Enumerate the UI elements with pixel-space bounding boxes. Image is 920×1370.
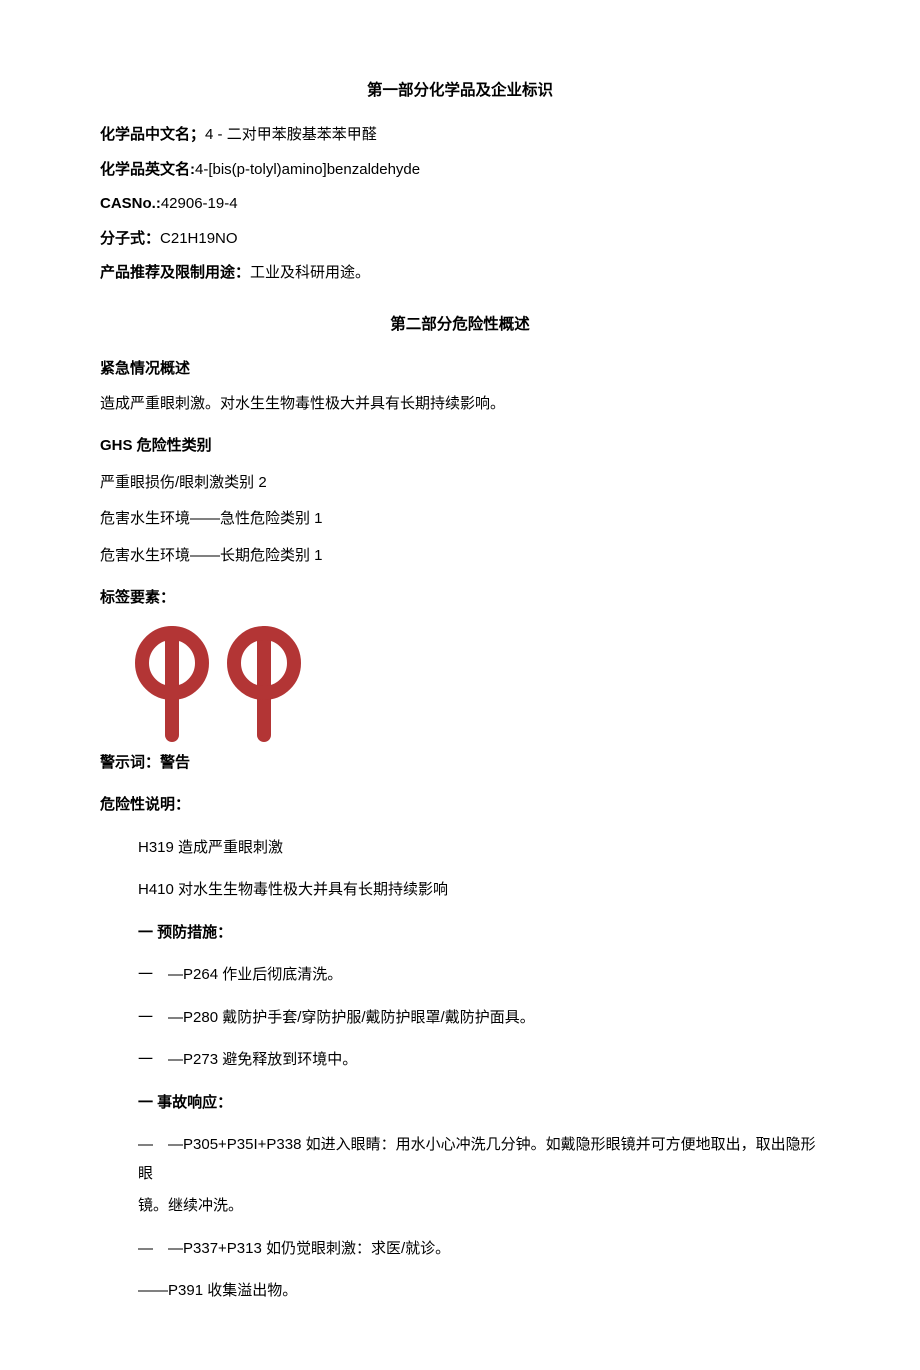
use-line: 产品推荐及限制用途：工业及科研用途。 xyxy=(100,259,820,288)
p337-text: — —P337+P313 如仍觉眼刺激：求医/就诊。 xyxy=(138,1235,820,1264)
name-en-label: 化学品英文名: xyxy=(100,161,195,178)
section1-title: 第一部分化学品及企业标识 xyxy=(100,76,820,105)
ghs-pictograms xyxy=(100,623,820,743)
prevent-heading: 一 预防措施： xyxy=(138,919,820,948)
cas-line: CASNo.:42906-19-4 xyxy=(100,190,820,219)
h319-text: H319 造成严重眼刺激 xyxy=(138,834,820,863)
ghs-category-label: GHS 危险性类别 xyxy=(100,432,820,461)
use-label: 产品推荐及限制用途： xyxy=(100,264,250,281)
response-heading: 一 事故响应： xyxy=(138,1089,820,1118)
p280-text: 一 —P280 戴防护手套/穿防护服/戴防护眼罩/戴防护面具。 xyxy=(138,1004,820,1033)
name-cn-line: 化学品中文名；4 - 二对甲苯胺基苯苯甲醛 xyxy=(100,121,820,150)
name-cn-label: 化学品中文名； xyxy=(100,126,205,143)
cas-value: 42906-19-4 xyxy=(161,195,238,212)
cas-label: CASNo.: xyxy=(100,195,161,212)
ghs-cat-2: 危害水生环境——急性危险类别 1 xyxy=(100,505,820,534)
signal-word-value: 警告 xyxy=(160,754,190,771)
emergency-text: 造成严重眼刺激。对水生生物毒性极大并具有长期持续影响。 xyxy=(100,390,820,419)
signal-word-label: 警示词： xyxy=(100,754,160,771)
use-value: 工业及科研用途。 xyxy=(250,264,370,281)
p273-text: 一 —P273 避免释放到环境中。 xyxy=(138,1046,820,1075)
p264-text: 一 —P264 作业后彻底清洗。 xyxy=(138,961,820,990)
ghs-cat-3: 危害水生环境——长期危险类别 1 xyxy=(100,542,820,571)
emergency-label: 紧急情况概述 xyxy=(100,355,820,384)
phi-icon xyxy=(220,623,308,743)
p305-text-b: 镜。继续冲洗。 xyxy=(138,1192,820,1221)
formula-label: 分子式： xyxy=(100,230,160,247)
p305-text-a: — —P305+P35I+P338 如进入眼睛：用水小心冲洗几分钟。如戴隐形眼镜… xyxy=(138,1131,820,1188)
h410-text: H410 对水生生物毒性极大并具有长期持续影响 xyxy=(138,876,820,905)
name-en-line: 化学品英文名:4-[bis(p-tolyl)amino]benzaldehyde xyxy=(100,156,820,185)
formula-value: C21H19NO xyxy=(160,230,238,247)
p391-text: ——P391 收集溢出物。 xyxy=(138,1277,820,1306)
ghs-cat-1: 严重眼损伤/眼刺激类别 2 xyxy=(100,469,820,498)
name-cn-value: 4 - 二对甲苯胺基苯苯甲醛 xyxy=(205,126,377,143)
label-elements-heading: 标签要素： xyxy=(100,584,820,613)
formula-line: 分子式：C21H19NO xyxy=(100,225,820,254)
name-en-value: 4-[bis(p-tolyl)amino]benzaldehyde xyxy=(195,161,420,178)
section2-title: 第二部分危险性概述 xyxy=(100,310,820,339)
hazard-statements-label: 危险性说明： xyxy=(100,791,820,820)
phi-icon xyxy=(128,623,216,743)
signal-word-line: 警示词：警告 xyxy=(100,749,820,778)
